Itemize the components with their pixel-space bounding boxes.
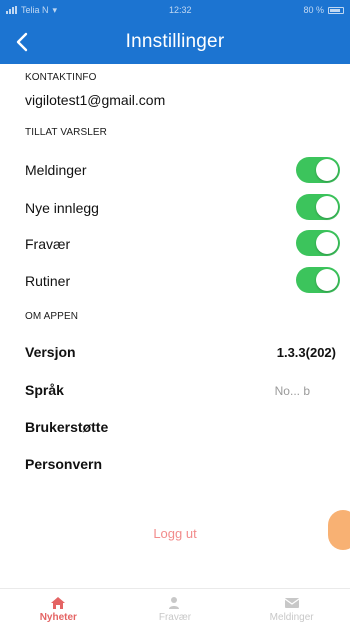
toggle-fravaer[interactable] <box>296 230 340 256</box>
email-value: vigilotest1@gmail.com <box>25 92 166 108</box>
person-icon <box>168 596 179 609</box>
notification-label-rutiner: Rutiner <box>25 273 71 289</box>
home-icon <box>51 596 66 609</box>
logout-button[interactable]: Logg ut <box>0 526 350 541</box>
signal-icon <box>6 6 17 14</box>
notification-label-fravaer: Fravær <box>25 236 71 252</box>
carrier-label: Telia N <box>21 5 49 15</box>
language-row[interactable]: Språk <box>25 382 64 398</box>
support-row[interactable]: Brukerstøtte <box>25 419 108 435</box>
toggle-knob <box>316 232 338 254</box>
tab-fravaer[interactable]: Fravær <box>125 596 225 623</box>
tab-bar: Nyheter Fravær Meldinger <box>0 588 350 629</box>
status-time: 12:32 <box>169 5 192 15</box>
wifi-icon: ▾ <box>52 4 58 15</box>
notification-label-meldinger: Meldinger <box>25 162 87 178</box>
about-section-label: OM APPEN <box>25 311 79 322</box>
version-value: 1.3.3(202) <box>276 345 336 360</box>
tab-label: Meldinger <box>269 611 314 623</box>
contact-section-label: KONTAKTINFO <box>25 72 97 83</box>
envelope-icon <box>284 597 299 608</box>
toggle-knob <box>316 159 338 181</box>
page-title: Innstillinger <box>125 31 225 52</box>
chevron-left-icon <box>16 32 28 52</box>
battery-icon <box>328 6 344 14</box>
toggle-meldinger[interactable] <box>296 157 340 183</box>
toggle-knob <box>316 269 338 291</box>
privacy-row[interactable]: Personvern <box>25 456 102 472</box>
notification-label-nye-innlegg: Nye innlegg <box>25 200 99 216</box>
toggle-knob <box>316 196 338 218</box>
back-button[interactable] <box>6 26 38 58</box>
version-label: Versjon <box>25 344 76 360</box>
status-bar: Telia N ▾ 12:32 80 % <box>0 0 350 20</box>
toggle-rutiner[interactable] <box>296 267 340 293</box>
tab-meldinger[interactable]: Meldinger <box>242 596 342 623</box>
tab-nyheter[interactable]: Nyheter <box>8 596 108 623</box>
toggle-nye-innlegg[interactable] <box>296 194 340 220</box>
floating-action-blob[interactable] <box>328 510 350 550</box>
language-value[interactable]: No... b <box>275 384 310 398</box>
status-left: Telia N ▾ <box>6 5 57 16</box>
tab-label: Nyheter <box>39 611 77 623</box>
tab-label: Fravær <box>158 611 192 623</box>
nav-bar: Innstillinger <box>0 20 350 64</box>
battery-percent: 80 % <box>303 5 324 15</box>
notifications-section-label: TILLAT VARSLER <box>25 127 107 138</box>
status-right: 80 % <box>303 5 344 15</box>
